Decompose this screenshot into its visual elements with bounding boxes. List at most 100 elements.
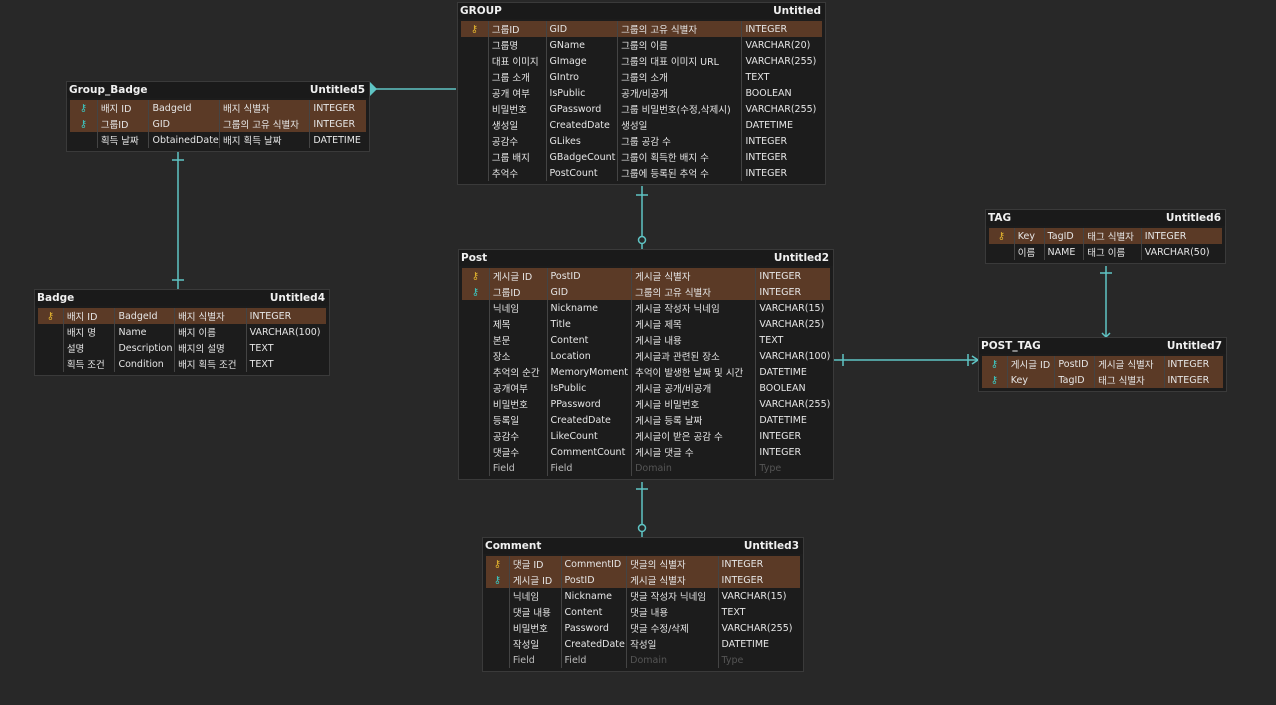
cell-desc: 배지 획득 날짜 xyxy=(220,132,311,148)
cell-field: PostID xyxy=(562,572,628,588)
cell-type: DATETIME xyxy=(313,134,361,146)
cell-type: INTEGER xyxy=(313,102,356,114)
table-row[interactable]: 등록일 CreatedDate 게시글 등록 날짜 DATETIME xyxy=(462,412,830,428)
table-row[interactable]: ⚷ 게시글 ID PostID 게시글 식별자 INTEGER xyxy=(486,572,800,588)
cell-field: GLikes xyxy=(547,133,619,149)
table-row[interactable]: 비밀번호 GPassword 그룹 비밀번호(수정,삭제시) VARCHAR(255) xyxy=(461,101,822,117)
table-row[interactable]: 그룹명 GName 그룹의 이름 VARCHAR(20) xyxy=(461,37,822,53)
cell-type: VARCHAR(50) xyxy=(1144,246,1210,258)
table-row[interactable]: 설명 Description 배지의 설명 TEXT xyxy=(38,340,326,356)
cell-type: BOOLEAN xyxy=(759,382,806,394)
cell-label: 댓글수 xyxy=(490,444,548,460)
table-tag[interactable]: TAG Untitled6 ⚷ Key TagID 태그 식별자 INTEGER 이름 NAME… xyxy=(985,209,1226,264)
table-alias: Untitled xyxy=(773,5,821,17)
table-row[interactable]: 공감수 GLikes 그룹 공감 수 INTEGER xyxy=(461,133,822,149)
cell-desc: 배지 획득 조건 xyxy=(175,356,247,372)
table-header[interactable]: TAG Untitled6 xyxy=(986,210,1225,226)
table-row[interactable]: 비밀번호 Password 댓글 수정/삭제 VARCHAR(255) xyxy=(486,620,800,636)
key-cell xyxy=(486,636,510,652)
foreign-key-icon: ⚷ xyxy=(493,574,502,586)
table-row[interactable]: 공감수 LikeCount 게시글이 받은 공감 수 INTEGER xyxy=(462,428,830,444)
cell-desc: 그룹의 고유 식별자 xyxy=(220,116,311,132)
cell-desc: 게시글 댓글 수 xyxy=(632,444,757,460)
cell-desc: 게시글 공개/비공개 xyxy=(632,380,757,396)
cell-desc: 댓글 작성자 닉네임 xyxy=(627,588,719,604)
table-row[interactable]: 댓글수 CommentCount 게시글 댓글 수 INTEGER xyxy=(462,444,830,460)
table-group[interactable]: GROUP Untitled ⚷ 그룹ID GID 그룹의 고유 식별자 INTEGER 그룹… xyxy=(457,2,826,185)
cell-label: 본문 xyxy=(490,332,548,348)
table-row[interactable]: Field Field Domain Type xyxy=(462,460,830,476)
cell-label: 닉네임 xyxy=(490,300,548,316)
table-row[interactable]: 그룹 소개 GIntro 그룹의 소개 TEXT xyxy=(461,69,822,85)
cell-label: 생성일 xyxy=(489,117,547,133)
cell-desc: 그룹의 고유 식별자 xyxy=(618,21,743,37)
table-row[interactable]: ⚷ 게시글 ID PostID 게시글 식별자 INTEGER xyxy=(982,356,1223,372)
table-row[interactable]: 공개여부 IsPublic 게시글 공개/비공개 BOOLEAN xyxy=(462,380,830,396)
table-row[interactable]: 이름 NAME 태그 이름 VARCHAR(50) xyxy=(989,244,1222,260)
cell-field: PostID xyxy=(1055,356,1096,372)
foreign-key-icon: ⚷ xyxy=(990,374,999,386)
table-row[interactable]: ⚷ 배지 ID BadgeId 배지 식별자 INTEGER xyxy=(38,308,326,324)
key-cell xyxy=(462,460,490,476)
key-cell xyxy=(38,324,64,340)
key-cell xyxy=(38,356,64,372)
cell-desc: 그룹이 획득한 배지 수 xyxy=(618,149,743,165)
table-row[interactable]: Field Field Domain Type xyxy=(486,652,800,668)
cell-type: BOOLEAN xyxy=(745,87,792,99)
table-header[interactable]: GROUP Untitled xyxy=(458,3,825,19)
key-cell: ⚷ xyxy=(486,572,510,588)
table-header[interactable]: Badge Untitled4 xyxy=(35,290,329,306)
table-row[interactable]: 비밀번호 PPassword 게시글 비밀번호 VARCHAR(255) xyxy=(462,396,830,412)
table-row[interactable]: ⚷ 그룹ID GID 그룹의 고유 식별자 INTEGER xyxy=(461,21,822,37)
table-row[interactable]: ⚷ Key TagID 태그 식별자 INTEGER xyxy=(982,372,1223,388)
table-row[interactable]: 공개 여부 IsPublic 공개/비공개 BOOLEAN xyxy=(461,85,822,101)
table-row[interactable]: 닉네임 Nickname 게시글 작성자 닉네임 VARCHAR(15) xyxy=(462,300,830,316)
cell-label: 공개여부 xyxy=(490,380,548,396)
table-row[interactable]: 닉네임 Nickname 댓글 작성자 닉네임 VARCHAR(15) xyxy=(486,588,800,604)
table-row[interactable]: ⚷ Key TagID 태그 식별자 INTEGER xyxy=(989,228,1222,244)
table-row[interactable]: 제목 Title 게시글 제목 VARCHAR(25) xyxy=(462,316,830,332)
key-cell xyxy=(461,149,489,165)
table-row[interactable]: ⚷ 배지 ID BadgeId 배지 식별자 INTEGER xyxy=(70,100,366,116)
foreign-key-icon: ⚷ xyxy=(79,118,88,130)
table-row[interactable]: ⚷ 그룹ID GID 그룹의 고유 식별자 INTEGER xyxy=(70,116,366,132)
cell-type: INTEGER xyxy=(1167,358,1210,370)
table-group-badge[interactable]: Group_Badge Untitled5 ⚷ 배지 ID BadgeId 배지 식별자 I… xyxy=(66,81,370,152)
table-badge[interactable]: Badge Untitled4 ⚷ 배지 ID BadgeId 배지 식별자 INTEGER… xyxy=(34,289,330,376)
table-row[interactable]: 댓글 내용 Content 댓글 내용 TEXT xyxy=(486,604,800,620)
table-header[interactable]: Comment Untitled3 xyxy=(483,538,803,554)
table-row[interactable]: 대표 이미지 GImage 그룹의 대표 이미지 URL VARCHAR(255) xyxy=(461,53,822,69)
key-icon: ⚷ xyxy=(471,270,480,282)
table-row[interactable]: 작성일 CreatedDate 작성일 DATETIME xyxy=(486,636,800,652)
table-header[interactable]: POST_TAG Untitled7 xyxy=(979,338,1226,354)
cell-label: 추억수 xyxy=(489,165,547,181)
table-row[interactable]: 생성일 CreatedDate 생성일 DATETIME xyxy=(461,117,822,133)
table-row[interactable]: 그룹 배지 GBadgeCount 그룹이 획득한 배지 수 INTEGER xyxy=(461,149,822,165)
table-row[interactable]: 획득 조건 Condition 배지 획득 조건 TEXT xyxy=(38,356,326,372)
table-row[interactable]: ⚷ 게시글 ID PostID 게시글 식별자 INTEGER xyxy=(462,268,830,284)
cell-type: INTEGER xyxy=(745,23,788,35)
table-row[interactable]: 추억의 순간 MemoryMoment 추억이 발생한 날짜 및 시간 DATETIM… xyxy=(462,364,830,380)
key-cell xyxy=(462,348,490,364)
table-row[interactable]: 장소 Location 게시글과 관련된 장소 VARCHAR(100) xyxy=(462,348,830,364)
table-post[interactable]: Post Untitled2 ⚷ 게시글 ID PostID 게시글 식별자 INTEGER… xyxy=(458,249,834,480)
table-row[interactable]: 획득 날짜 ObtainedDate 배지 획득 날짜 DATETIME xyxy=(70,132,366,148)
table-row[interactable]: 배지 명 Name 배지 이름 VARCHAR(100) xyxy=(38,324,326,340)
key-icon: ⚷ xyxy=(493,558,502,570)
key-cell: ⚷ xyxy=(486,556,510,572)
table-row[interactable]: ⚷ 댓글 ID CommentID 댓글의 식별자 INTEGER xyxy=(486,556,800,572)
table-row[interactable]: 추억수 PostCount 그룹에 등록된 추억 수 INTEGER xyxy=(461,165,822,181)
table-row[interactable]: 본문 Content 게시글 내용 TEXT xyxy=(462,332,830,348)
cell-desc: 게시글 제목 xyxy=(632,316,757,332)
table-name: Post xyxy=(461,252,488,264)
table-row[interactable]: ⚷ 그룹ID GID 그룹의 고유 식별자 INTEGER xyxy=(462,284,830,300)
table-header[interactable]: Post Untitled2 xyxy=(459,250,833,266)
erd-canvas[interactable]: GROUP Untitled ⚷ 그룹ID GID 그룹의 고유 식별자 INTEGER 그룹… xyxy=(0,0,1276,705)
table-comment[interactable]: Comment Untitled3 ⚷ 댓글 ID CommentID 댓글의 식별자 IN… xyxy=(482,537,804,672)
cell-label: 배지 ID xyxy=(98,100,150,116)
cell-desc: 배지 식별자 xyxy=(220,100,311,116)
cell-type: INTEGER xyxy=(249,310,292,322)
table-header[interactable]: Group_Badge Untitled5 xyxy=(67,82,369,98)
table-post-tag[interactable]: POST_TAG Untitled7 ⚷ 게시글 ID PostID 게시글 식별자 INT… xyxy=(978,337,1227,392)
key-cell: ⚷ xyxy=(70,116,98,132)
